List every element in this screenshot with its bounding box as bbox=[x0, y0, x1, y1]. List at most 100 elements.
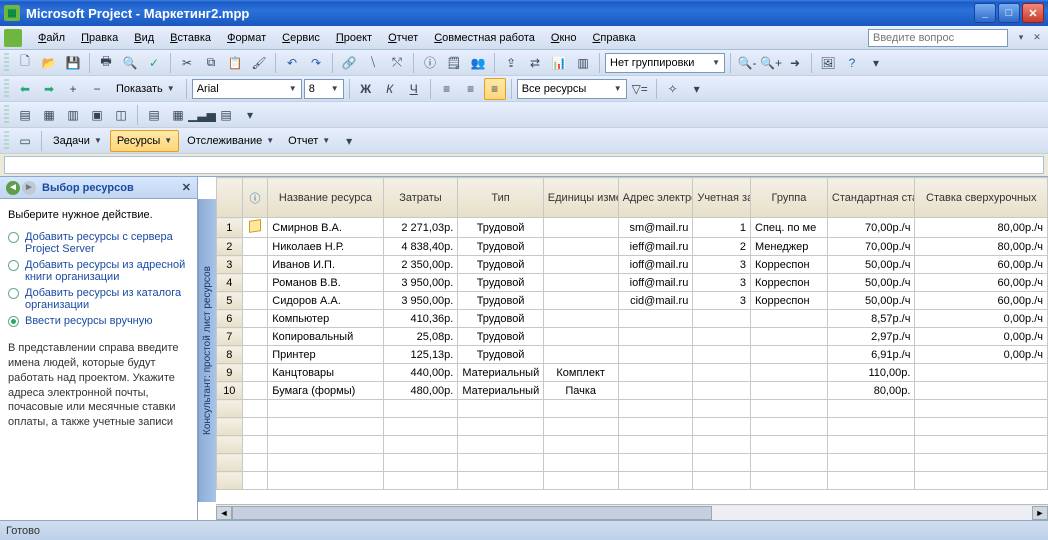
tracking-gantt-icon[interactable]: ▦ bbox=[38, 104, 60, 126]
cell[interactable]: 80,00р./ч bbox=[915, 218, 1048, 238]
assign-icon[interactable]: 👥 bbox=[467, 52, 489, 74]
format-painter-icon[interactable]: 🖌 bbox=[248, 52, 270, 74]
cell[interactable] bbox=[242, 274, 268, 292]
cell[interactable]: 1 bbox=[217, 218, 243, 238]
radio-option[interactable]: Ввести ресурсы вручную bbox=[8, 315, 189, 327]
cell[interactable]: 8,57р./ч bbox=[827, 310, 915, 328]
cell[interactable]: ieff@mail.ru bbox=[618, 238, 693, 256]
cell[interactable] bbox=[458, 418, 543, 436]
table-row[interactable]: 3Иванов И.П.2 350,00р.Трудовойioff@mail.… bbox=[217, 256, 1048, 274]
close-button[interactable]: ✕ bbox=[1022, 3, 1044, 23]
cell[interactable] bbox=[751, 418, 828, 436]
cell[interactable] bbox=[751, 382, 828, 400]
zoom-in-icon[interactable]: 🔍+ bbox=[760, 52, 782, 74]
cell[interactable] bbox=[543, 238, 618, 256]
cell[interactable]: 1 bbox=[693, 218, 751, 238]
spellcheck-icon[interactable]: ✓ bbox=[143, 52, 165, 74]
table-row[interactable]: 5Сидоров А.А.3 950,00р.Трудовойcid@mail.… bbox=[217, 292, 1048, 310]
cell[interactable] bbox=[618, 364, 693, 382]
resource-usage-icon[interactable]: ▦ bbox=[167, 104, 189, 126]
cell[interactable]: 70,00р./ч bbox=[827, 218, 915, 238]
radio-option[interactable]: Добавить ресурсы с сервера Project Serve… bbox=[8, 231, 189, 255]
cell[interactable] bbox=[693, 436, 751, 454]
cell[interactable] bbox=[693, 400, 751, 418]
cell[interactable]: Корреспон bbox=[751, 274, 828, 292]
radio-icon[interactable] bbox=[8, 288, 19, 299]
cell[interactable] bbox=[543, 256, 618, 274]
cell[interactable] bbox=[268, 436, 383, 454]
cell[interactable]: 3 bbox=[217, 256, 243, 274]
cell[interactable] bbox=[618, 346, 693, 364]
link-icon[interactable]: 🔗 bbox=[338, 52, 360, 74]
cell[interactable]: 9 bbox=[217, 364, 243, 382]
cell[interactable]: 3 bbox=[693, 274, 751, 292]
italic-button[interactable]: К bbox=[379, 78, 401, 100]
cell[interactable] bbox=[543, 328, 618, 346]
cell[interactable]: Копировальный bbox=[268, 328, 383, 346]
cell[interactable]: Николаев Н.Р. bbox=[268, 238, 383, 256]
cell[interactable] bbox=[751, 436, 828, 454]
cell[interactable] bbox=[915, 382, 1048, 400]
cell[interactable] bbox=[458, 472, 543, 490]
cell[interactable]: 60,00р./ч bbox=[915, 274, 1048, 292]
cell[interactable] bbox=[751, 346, 828, 364]
cell[interactable] bbox=[915, 364, 1048, 382]
cell[interactable]: cid@mail.ru bbox=[618, 292, 693, 310]
more-views-icon[interactable]: ▤ bbox=[215, 104, 237, 126]
cell[interactable] bbox=[543, 274, 618, 292]
help-search-input[interactable] bbox=[868, 29, 1008, 47]
toolbar-options-icon[interactable]: ▾ bbox=[865, 52, 887, 74]
cell[interactable]: 3 950,00р. bbox=[383, 292, 458, 310]
back-icon[interactable]: ◄ bbox=[6, 181, 20, 195]
scroll-left-icon[interactable]: ◄ bbox=[216, 506, 232, 520]
column-header[interactable]: Группа bbox=[751, 178, 828, 218]
cell[interactable]: 60,00р./ч bbox=[915, 256, 1048, 274]
cell[interactable] bbox=[915, 472, 1048, 490]
cell[interactable]: Корреспон bbox=[751, 256, 828, 274]
cell[interactable] bbox=[618, 400, 693, 418]
cell[interactable]: Трудовой bbox=[458, 256, 543, 274]
cell[interactable]: 50,00р./ч bbox=[827, 274, 915, 292]
scroll-thumb[interactable] bbox=[232, 506, 712, 520]
cell[interactable] bbox=[827, 454, 915, 472]
paste-icon[interactable]: 📋 bbox=[224, 52, 246, 74]
cell[interactable] bbox=[217, 400, 243, 418]
cell[interactable]: Материальный bbox=[458, 382, 543, 400]
cell[interactable]: 7 bbox=[217, 328, 243, 346]
column-header[interactable]: Ставка сверхурочных bbox=[915, 178, 1048, 218]
cell[interactable] bbox=[618, 328, 693, 346]
cell[interactable]: Бумага (формы) bbox=[268, 382, 383, 400]
undo-icon[interactable]: ↶ bbox=[281, 52, 303, 74]
cell[interactable]: Спец. по ме bbox=[751, 218, 828, 238]
cell[interactable] bbox=[242, 418, 268, 436]
table-row[interactable]: 2Николаев Н.Р.4 838,40р.Трудовойieff@mai… bbox=[217, 238, 1048, 256]
bold-button[interactable]: Ж bbox=[355, 78, 377, 100]
cell[interactable] bbox=[242, 328, 268, 346]
radio-link[interactable]: Добавить ресурсы из каталога организации bbox=[25, 287, 189, 311]
zoom-out-icon[interactable]: 🔍- bbox=[736, 52, 758, 74]
cell[interactable]: Трудовой bbox=[458, 218, 543, 238]
calendar-icon[interactable]: ▣ bbox=[86, 104, 108, 126]
minimize-button[interactable]: _ bbox=[974, 3, 996, 23]
font-name-combo[interactable]: Arial▼ bbox=[192, 79, 302, 99]
cell[interactable] bbox=[543, 310, 618, 328]
cell[interactable] bbox=[915, 454, 1048, 472]
copy-icon[interactable]: ⧉ bbox=[200, 52, 222, 74]
underline-button[interactable]: Ч bbox=[403, 78, 425, 100]
cell[interactable] bbox=[268, 400, 383, 418]
table-row[interactable]: 10Бумага (формы)480,00р.МатериальныйПачк… bbox=[217, 382, 1048, 400]
menu-окно[interactable]: Окно bbox=[543, 29, 585, 47]
cell[interactable]: ioff@mail.ru bbox=[618, 274, 693, 292]
cell[interactable] bbox=[383, 436, 458, 454]
cell[interactable]: Романов В.В. bbox=[268, 274, 383, 292]
outdent-icon[interactable]: ⬅ bbox=[14, 78, 36, 100]
cell[interactable]: Комплект bbox=[543, 364, 618, 382]
split-icon[interactable]: ⤲ bbox=[386, 52, 408, 74]
cell[interactable] bbox=[543, 346, 618, 364]
radio-link[interactable]: Добавить ресурсы из адресной книги орган… bbox=[25, 259, 189, 283]
cell[interactable] bbox=[693, 328, 751, 346]
cell[interactable] bbox=[458, 400, 543, 418]
resource-sheet-icon[interactable]: ▤ bbox=[143, 104, 165, 126]
cell[interactable] bbox=[543, 472, 618, 490]
scroll-right-icon[interactable]: ► bbox=[1032, 506, 1048, 520]
